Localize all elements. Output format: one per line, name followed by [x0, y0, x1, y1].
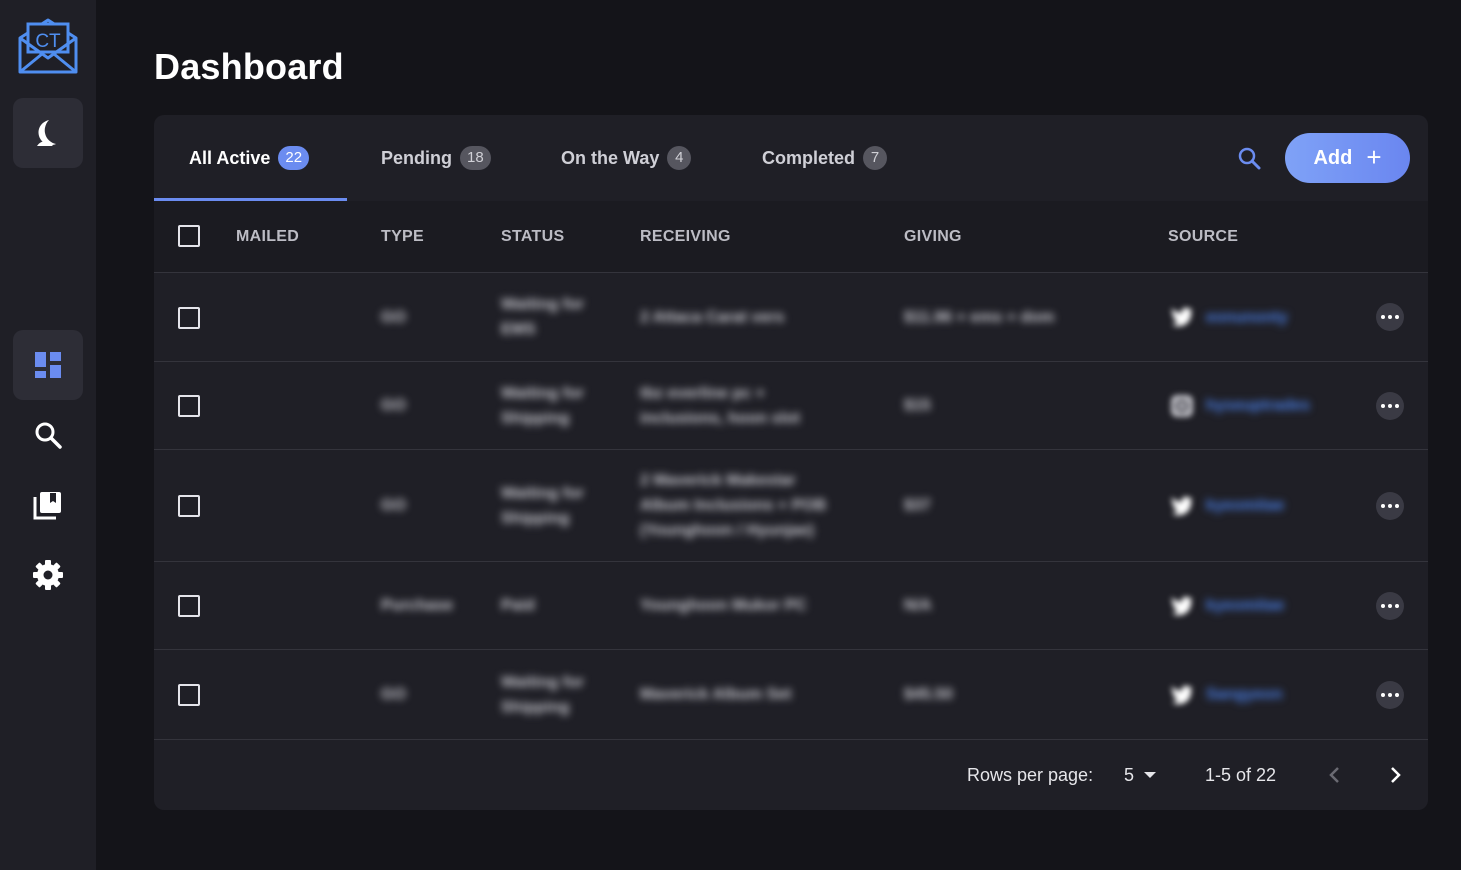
- rows-per-page-label: Rows per page:: [967, 764, 1094, 785]
- pagination-range: 1-5 of 22: [1205, 764, 1277, 785]
- theme-toggle-button[interactable]: [13, 98, 83, 168]
- cell-type: GO: [381, 497, 406, 514]
- cell-giving: N/A: [904, 597, 932, 614]
- gear-icon: [33, 560, 63, 590]
- rows-per-page-value: 5: [1124, 764, 1135, 785]
- next-page-button[interactable]: [1381, 761, 1409, 789]
- row-more-button[interactable]: [1376, 680, 1404, 709]
- twitter-icon: [1169, 493, 1195, 519]
- add-button-label: Add: [1313, 146, 1353, 169]
- rows-per-page-select[interactable]: 5: [1124, 740, 1157, 810]
- cell-giving: $37: [904, 497, 931, 514]
- tab-count-badge: 4: [667, 146, 692, 170]
- twitter-icon: [1169, 682, 1195, 708]
- cell-source-link[interactable]: kyeomitae: [1206, 450, 1284, 561]
- library-icon: [33, 492, 61, 520]
- envelope-logo-icon: CT: [18, 18, 78, 74]
- tab-count-badge: 7: [863, 146, 888, 170]
- column-header-type[interactable]: TYPE: [381, 201, 424, 273]
- cell-receiving: Maverick Album Set: [640, 686, 792, 703]
- cell-status: Waiting for EMS: [501, 296, 584, 338]
- chevron-right-icon: [1391, 767, 1401, 783]
- cell-source-link[interactable]: eonunonty: [1206, 273, 1288, 361]
- twitter-icon: [1169, 304, 1195, 330]
- moon-icon: [37, 120, 56, 146]
- cell-source-link[interactable]: hyseuptrades: [1206, 362, 1310, 449]
- table-row[interactable]: GO Waiting for Shipping 2 Maverick Makestar…: [154, 450, 1428, 562]
- column-header-receiving[interactable]: RECEIVING: [640, 201, 731, 273]
- tab-label: Completed: [762, 147, 856, 168]
- table-pagination: Rows per page: 5 1-5 of 22: [154, 740, 1428, 810]
- table-row[interactable]: GO Waiting for EMS 2 Attaca Carat vers $11.9…: [154, 273, 1428, 362]
- tab-label: Pending: [381, 147, 452, 168]
- tab-label: On the Way: [561, 147, 660, 168]
- sidebar-item-settings[interactable]: [30, 557, 66, 593]
- cell-type: GO: [381, 686, 406, 703]
- add-button[interactable]: Add +: [1285, 133, 1410, 183]
- tab-on-the-way[interactable]: On the Way 4: [561, 115, 692, 201]
- cell-receiving: Younghoon Mukor PC: [640, 597, 807, 614]
- sidebar-item-search[interactable]: [30, 417, 66, 453]
- column-header-status[interactable]: STATUS: [501, 201, 564, 273]
- table-row[interactable]: GO Waiting for Shipping tbz everline pc + in…: [154, 362, 1428, 450]
- tab-count-badge: 22: [278, 146, 310, 170]
- instagram-icon: [1169, 393, 1195, 419]
- cell-receiving: 2 Maverick Makestar Album Inclusions + PO…: [640, 472, 827, 539]
- row-checkbox[interactable]: [178, 684, 200, 706]
- cell-giving: $45.50: [904, 686, 953, 703]
- cell-receiving: 2 Attaca Carat vers: [640, 308, 785, 326]
- cell-giving: $15: [904, 397, 931, 414]
- table-row[interactable]: GO Waiting for Shipping Maverick Album Set $…: [154, 650, 1428, 740]
- previous-page-button[interactable]: [1321, 761, 1349, 789]
- cell-source-link[interactable]: kyeomitae: [1206, 562, 1284, 649]
- cell-status: Paid: [501, 597, 535, 614]
- cell-type: Purchase: [381, 597, 454, 614]
- tab-label: All Active: [189, 147, 271, 168]
- dashboard-icon: [35, 352, 61, 378]
- select-all-checkbox[interactable]: [178, 225, 200, 247]
- column-header-mailed[interactable]: MAILED: [236, 201, 299, 273]
- caret-down-icon: [1144, 772, 1157, 778]
- column-header-giving[interactable]: GIVING: [904, 201, 962, 273]
- twitter-icon: [1169, 593, 1195, 619]
- cell-status: Waiting for Shipping: [501, 673, 584, 716]
- row-checkbox[interactable]: [178, 395, 200, 417]
- sidebar-item-collection[interactable]: [30, 487, 66, 523]
- cell-receiving: tbz everline pc + inclusions, hoon slot: [640, 384, 800, 427]
- page-title: Dashboard: [154, 46, 344, 87]
- cell-giving: $11.96 + ems + dom: [904, 308, 1055, 326]
- row-checkbox[interactable]: [178, 306, 200, 329]
- tab-all-active[interactable]: All Active 22: [189, 115, 310, 201]
- logo-text: CT: [35, 31, 61, 52]
- cell-status: Waiting for Shipping: [501, 384, 584, 427]
- chevron-left-icon: [1329, 767, 1339, 783]
- row-more-button[interactable]: [1376, 591, 1404, 620]
- tab-count-badge: 18: [460, 146, 491, 170]
- row-more-button[interactable]: [1376, 391, 1404, 420]
- cell-status: Waiting for Shipping: [501, 484, 584, 527]
- sidebar-item-dashboard[interactable]: [13, 330, 83, 400]
- column-header-source[interactable]: SOURCE: [1168, 201, 1238, 273]
- cell-source-link[interactable]: Sangyeon: [1206, 650, 1282, 739]
- sidebar: CT: [0, 0, 96, 870]
- row-more-button[interactable]: [1376, 491, 1404, 520]
- plus-icon: +: [1366, 142, 1382, 172]
- tab-pending[interactable]: Pending 18: [381, 115, 491, 201]
- tab-bar: All Active 22 Pending 18 On the Way 4 Co…: [154, 115, 1428, 201]
- search-icon: [35, 422, 62, 449]
- tab-completed[interactable]: Completed 7: [762, 115, 888, 201]
- orders-card: All Active 22 Pending 18 On the Way 4 Co…: [154, 115, 1428, 810]
- table-row[interactable]: Purchase Paid Younghoon Mukor PC N/A kyeomit…: [154, 562, 1428, 650]
- table-search-button[interactable]: [1234, 143, 1264, 173]
- row-more-button[interactable]: [1376, 303, 1404, 331]
- row-checkbox[interactable]: [178, 495, 200, 517]
- cell-type: GO: [381, 308, 406, 326]
- search-icon: [1238, 147, 1261, 170]
- cell-type: GO: [381, 397, 406, 414]
- table-header: MAILED TYPE STATUS RECEIVING GIVING SOUR…: [154, 201, 1428, 273]
- row-checkbox[interactable]: [178, 595, 200, 617]
- app-logo[interactable]: CT: [16, 12, 80, 76]
